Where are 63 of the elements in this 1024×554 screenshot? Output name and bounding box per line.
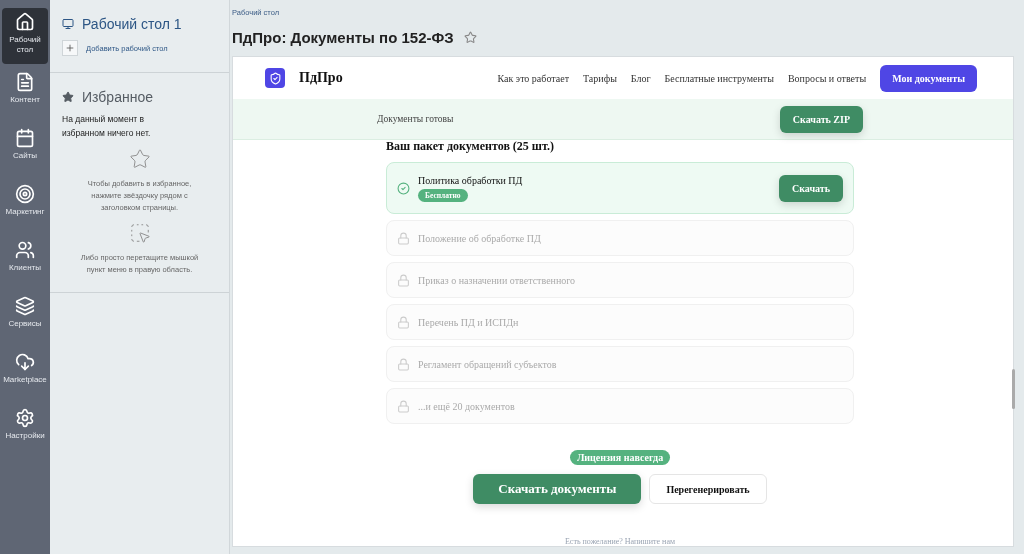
download-button[interactable]: Скачать (779, 174, 843, 202)
site-nav-link[interactable]: Вопросы и ответы (787, 72, 867, 84)
target-icon (15, 184, 35, 204)
nav-label: Настройки (5, 431, 45, 441)
document-title: Положение об обработке ПД (418, 232, 541, 244)
site-nav-link[interactable]: Как это работает (497, 72, 569, 84)
download-zip-button[interactable]: Скачать ZIP (779, 105, 863, 133)
nav-item[interactable]: Сайты (2, 124, 48, 176)
download-documents-button[interactable]: Скачать документы (473, 474, 642, 504)
scrollbar-thumb[interactable] (1012, 369, 1015, 409)
nav-label: Сайты (12, 151, 38, 161)
my-documents-button[interactable]: Мои документы (880, 64, 977, 92)
nav-item[interactable]: Рабочий стол (2, 8, 48, 64)
calendar-icon (15, 128, 35, 148)
banner-text: Документы готовы (377, 114, 454, 124)
nav-item[interactable]: Клиенты (2, 236, 48, 288)
nav-label: Маркетинг (5, 207, 45, 217)
document-title: ...и ещё 20 документов (418, 400, 515, 412)
star-icon (128, 148, 151, 171)
package-title: Ваш пакет документов (25 шт.) (386, 140, 555, 152)
nav-label: Контент (10, 95, 40, 105)
document-title: Перечень ПД и ИСПДн (418, 316, 519, 328)
favorites-title: Избранное (82, 89, 153, 105)
nav-label: Marketplace (3, 375, 47, 385)
people-icon (15, 240, 35, 260)
nav-item[interactable]: Сервисы (2, 292, 48, 344)
license-badge: Лицензия навсегда (569, 450, 671, 465)
document-title: Регламент обращений субъектов (418, 358, 557, 370)
document-title: Приказ о назначении ответственного (418, 274, 576, 286)
layers-icon (15, 296, 35, 316)
settings-icon (15, 408, 35, 428)
regenerate-button[interactable]: Перегенерировать (649, 474, 767, 504)
lock-icon (397, 357, 410, 371)
nav-item[interactable]: Контент (2, 68, 48, 120)
shield-logo-icon (265, 68, 285, 88)
nav-item[interactable]: Настройки (2, 404, 48, 456)
cloud-download-icon (15, 352, 35, 372)
nav-label: Клиенты (8, 263, 42, 273)
site-nav-link[interactable]: Тарифы (583, 72, 617, 84)
drag-icon (128, 222, 151, 245)
document-icon (15, 72, 35, 92)
star-icon (62, 91, 74, 103)
add-button[interactable] (62, 40, 78, 56)
lock-icon (397, 399, 410, 413)
lock-icon (397, 231, 410, 245)
plus-icon (65, 43, 75, 53)
home-icon (15, 12, 35, 32)
nav-item[interactable]: Marketplace (2, 348, 48, 400)
site-nav-link[interactable]: Блог (630, 72, 651, 84)
site-nav-link[interactable]: Бесплатные инструменты (664, 72, 774, 84)
monitor-icon (62, 18, 74, 30)
page-title: ПдПро: Документы по 152-ФЗ (232, 29, 454, 46)
logo-text[interactable]: ПдПро (299, 70, 343, 86)
desktop-title: Рабочий стол 1 (82, 16, 182, 32)
check-icon (397, 181, 410, 195)
star-icon[interactable] (463, 31, 477, 44)
nav-label: Сервисы (8, 319, 42, 329)
lock-icon (397, 273, 410, 287)
nav-label: Рабочий стол (8, 35, 42, 55)
empty-text: На данный момент в избранном ничего нет. (62, 113, 152, 140)
nav-item[interactable]: Маркетинг (2, 180, 48, 232)
document-title: Политика обработки ПД (418, 174, 523, 186)
lock-icon (397, 315, 410, 329)
